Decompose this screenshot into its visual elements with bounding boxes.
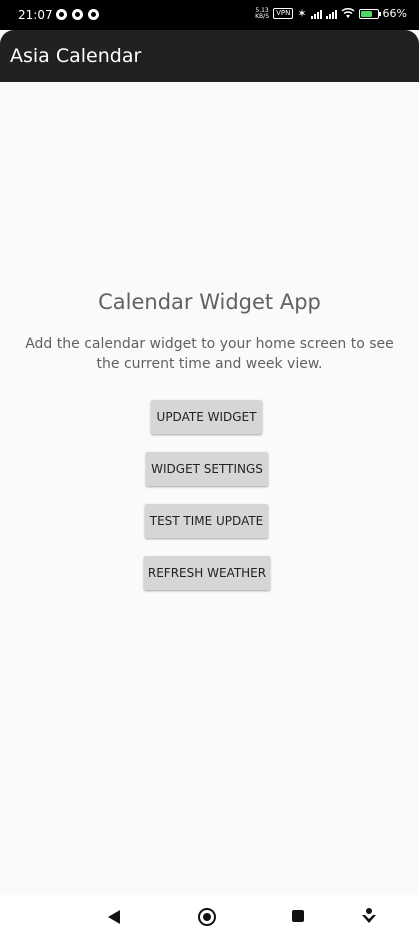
main-content: Calendar Widget App Add the calendar wid…	[0, 82, 419, 895]
status-bar: 21:07 5.13 KB/S VPN ✶ 66%	[0, 0, 419, 30]
signal-icon	[325, 9, 337, 19]
network-speed: 5.13 KB/S	[255, 6, 270, 20]
navigation-bar	[0, 895, 419, 937]
back-icon[interactable]	[108, 910, 120, 924]
vpn-badge: VPN	[273, 8, 294, 19]
notification-icon	[56, 9, 67, 20]
bluetooth-icon: ✶	[297, 7, 307, 20]
status-right-icons: 5.13 KB/S VPN ✶ 66%	[255, 7, 407, 20]
notification-icons	[56, 9, 99, 20]
page-description: Add the calendar widget to your home scr…	[25, 336, 394, 372]
refresh-weather-button[interactable]: REFRESH WEATHER	[144, 556, 270, 590]
page-heading: Calendar Widget App	[98, 290, 321, 314]
recents-icon[interactable]	[292, 910, 304, 922]
widget-settings-button[interactable]: WIDGET SETTINGS	[146, 452, 268, 486]
signal-icon	[310, 9, 322, 19]
battery-percent: 66%	[382, 7, 407, 20]
test-time-update-button[interactable]: TEST TIME UPDATE	[145, 504, 268, 538]
notification-icon	[88, 9, 99, 20]
update-widget-button[interactable]: UPDATE WIDGET	[151, 400, 262, 434]
app-bar: Asia Calendar	[0, 30, 419, 82]
battery-icon	[358, 8, 381, 19]
wifi-icon	[341, 8, 355, 18]
notification-icon	[72, 9, 83, 20]
app-title: Asia Calendar	[10, 45, 142, 67]
status-time: 21:07	[18, 8, 53, 22]
screen: 21:07 5.13 KB/S VPN ✶ 66% Asia Calendar …	[0, 0, 419, 937]
assistant-icon[interactable]	[360, 907, 378, 925]
battery-fill	[360, 10, 372, 17]
home-icon[interactable]	[198, 908, 216, 926]
